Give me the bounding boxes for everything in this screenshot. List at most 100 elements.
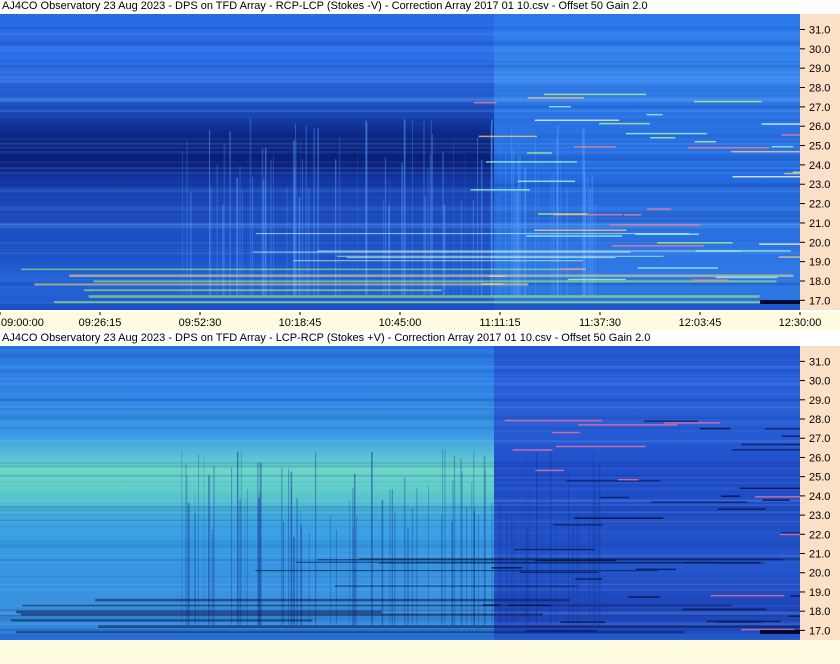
rfi-dash bbox=[651, 501, 748, 503]
rfi-dash bbox=[765, 428, 833, 430]
noise-band bbox=[0, 172, 800, 174]
noise-band bbox=[0, 511, 800, 513]
rfi-dash bbox=[517, 180, 576, 183]
rfi-dash bbox=[784, 172, 840, 175]
noise-band bbox=[0, 346, 800, 349]
x-tick-label: 09:26:15 bbox=[79, 317, 122, 329]
rfi-dash bbox=[779, 533, 821, 536]
y-tick-label: 28.0 bbox=[809, 83, 830, 95]
x-tick-label: 09:52:30 bbox=[179, 317, 222, 329]
rfi-dash bbox=[617, 478, 639, 481]
noise-band bbox=[0, 426, 800, 430]
rfi-dash bbox=[790, 595, 840, 597]
rfi-dash bbox=[759, 243, 822, 245]
rfi-dash bbox=[548, 105, 571, 108]
rfi-line bbox=[93, 280, 777, 283]
chart-title-bottom: AJ4CO Observatory 23 Aug 2023 - DPS on T… bbox=[2, 332, 651, 344]
rfi-dash bbox=[566, 480, 660, 482]
x-tick-label: 12:30:00 bbox=[779, 317, 822, 329]
noise-band bbox=[0, 461, 800, 465]
rfi-line bbox=[22, 604, 732, 607]
noise-band bbox=[0, 219, 800, 222]
x-tick-label: 10:18:45 bbox=[279, 317, 322, 329]
rfi-dash bbox=[771, 145, 794, 148]
noise-band bbox=[0, 407, 800, 410]
rfi-dash bbox=[628, 596, 661, 598]
noise-band bbox=[0, 378, 800, 381]
y-tick-label: 27.0 bbox=[809, 102, 830, 114]
rfi-dash bbox=[600, 496, 630, 499]
rfi-dash bbox=[507, 604, 551, 607]
y-tick-label: 31.0 bbox=[809, 24, 830, 36]
noise-band bbox=[0, 532, 800, 534]
rfi-dash bbox=[739, 487, 840, 490]
y-tick-label: 25.0 bbox=[809, 141, 830, 153]
noise-band bbox=[0, 161, 800, 163]
noise-band bbox=[0, 60, 800, 63]
noise-band bbox=[0, 226, 800, 229]
rfi-dash bbox=[731, 150, 812, 153]
rfi-dash bbox=[574, 146, 616, 148]
rfi-dash bbox=[694, 100, 762, 103]
noise-band bbox=[0, 583, 800, 586]
y-tick-label: 30.0 bbox=[809, 44, 830, 56]
noise-band bbox=[0, 354, 800, 358]
noise-band bbox=[0, 89, 800, 92]
noise-band bbox=[0, 143, 800, 145]
y-tick-label: 29.0 bbox=[809, 63, 830, 75]
rfi-dash bbox=[598, 122, 650, 125]
noise-band bbox=[0, 26, 800, 30]
x-tick-label: 11:11:15 bbox=[479, 317, 520, 329]
rfi-dash bbox=[699, 427, 731, 430]
rfi-dash bbox=[474, 101, 497, 104]
noise-band bbox=[0, 135, 800, 137]
rfi-dash bbox=[538, 213, 588, 215]
rfi-line bbox=[53, 301, 838, 304]
rfi-dash bbox=[514, 548, 595, 551]
rfi-dash bbox=[732, 449, 812, 451]
y-tick-label: 29.0 bbox=[809, 395, 830, 407]
rfi-dash bbox=[781, 134, 840, 136]
noise-band bbox=[0, 393, 800, 395]
noise-band bbox=[0, 248, 800, 251]
rfi-dash bbox=[635, 568, 676, 571]
noise-band bbox=[0, 184, 800, 187]
noise-band bbox=[0, 542, 800, 544]
noise-band bbox=[0, 498, 800, 502]
rfi-dash bbox=[560, 621, 606, 623]
noise-band bbox=[0, 525, 800, 527]
rfi-dash bbox=[624, 214, 642, 216]
y-tick-label: 31.0 bbox=[809, 356, 830, 368]
noise-band bbox=[0, 212, 800, 215]
noise-band bbox=[0, 440, 800, 443]
rfi-line bbox=[255, 232, 690, 235]
rfi-dash bbox=[543, 93, 647, 96]
y-axis-bottom: 17.0 18.0 19.0 20.0 21.0 22.0 23.0 24.0 25.0 26.0… bbox=[800, 346, 840, 640]
rfi-line bbox=[34, 283, 529, 286]
rfi-line bbox=[95, 598, 570, 602]
noise-band bbox=[0, 116, 800, 118]
chart-title-top: AJ4CO Observatory 23 Aug 2023 - DPS on T… bbox=[2, 0, 648, 12]
rfi-line bbox=[378, 562, 765, 564]
rfi-dash bbox=[721, 495, 741, 497]
rfi-dash bbox=[762, 499, 790, 501]
noise-band bbox=[0, 32, 800, 36]
noise-band bbox=[0, 382, 800, 386]
y-tick-label: 20.0 bbox=[809, 568, 830, 580]
rfi-line bbox=[252, 251, 631, 253]
noise-band bbox=[0, 513, 800, 517]
spectrum-region-left bbox=[0, 346, 494, 640]
rfi-dash bbox=[525, 630, 597, 632]
rfi-blob bbox=[760, 300, 800, 304]
y-tick-label: 28.0 bbox=[809, 414, 830, 426]
rfi-line bbox=[292, 260, 583, 262]
footer-bar bbox=[0, 640, 840, 664]
noise-band bbox=[0, 481, 800, 483]
noise-band bbox=[0, 588, 800, 591]
rfi-dash bbox=[761, 123, 831, 125]
noise-band bbox=[0, 105, 800, 109]
noise-band bbox=[0, 86, 800, 89]
noise-band bbox=[0, 519, 800, 522]
y-tick-label: 19.0 bbox=[809, 257, 830, 269]
rfi-dash bbox=[691, 279, 729, 281]
